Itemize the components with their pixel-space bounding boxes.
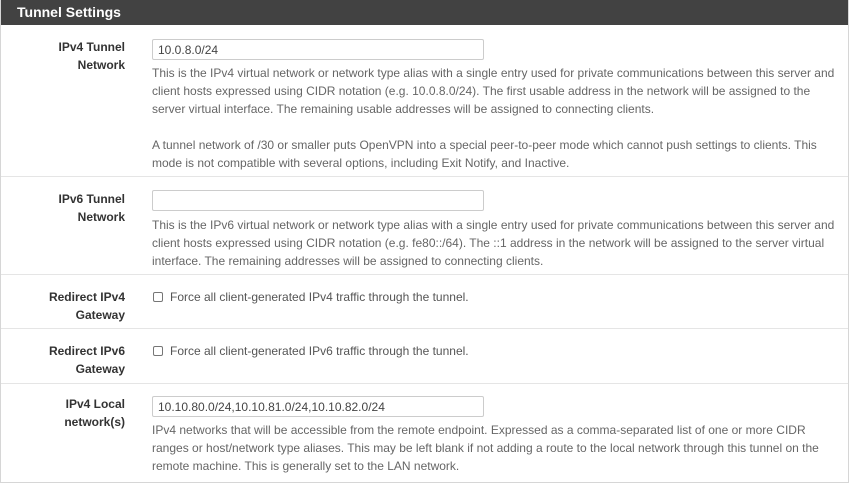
ipv4-tunnel-help-note: A tunnel network of /30 or smaller puts … — [152, 138, 817, 170]
ipv4-tunnel-label-line1: IPv4 Tunnel — [58, 40, 125, 54]
ipv6-tunnel-network-row: IPv6 Tunnel Network This is the IPv6 vir… — [1, 177, 848, 275]
redirect-ipv4-label-line2: Gateway — [75, 308, 125, 322]
ipv4-tunnel-network-row: IPv4 Tunnel Network This is the IPv4 vir… — [1, 25, 848, 177]
redirect-ipv4-gateway-content: Force all client-generated IPv4 traffic … — [152, 288, 842, 306]
panel-title: Tunnel Settings — [1, 0, 848, 25]
ipv6-tunnel-network-input[interactable] — [152, 190, 484, 211]
ipv6-tunnel-label-line2: Network — [77, 210, 125, 224]
ipv4-local-networks-content: IPv4 networks that will be accessible fr… — [152, 396, 842, 475]
tunnel-settings-panel: Tunnel Settings IPv4 Tunnel Network This… — [0, 0, 849, 483]
redirect-ipv4-gateway-row: Redirect IPv4 Gateway Force all client-g… — [1, 275, 848, 329]
redirect-ipv4-checkbox-line[interactable]: Force all client-generated IPv4 traffic … — [152, 288, 842, 306]
ipv6-tunnel-help-text: This is the IPv6 virtual network or netw… — [152, 218, 835, 268]
ipv4-local-label-line2: network(s) — [64, 415, 125, 429]
ipv6-tunnel-label-line1: IPv6 Tunnel — [58, 192, 125, 206]
ipv4-local-help-text: IPv4 networks that will be accessible fr… — [152, 423, 819, 473]
redirect-ipv6-gateway-content: Force all client-generated IPv6 traffic … — [152, 342, 842, 360]
ipv4-local-label-line1: IPv4 Local — [65, 397, 125, 411]
ipv4-tunnel-network-input[interactable] — [152, 39, 484, 60]
redirect-ipv4-label-line1: Redirect IPv4 — [48, 290, 125, 304]
redirect-ipv6-label-line2: Gateway — [75, 362, 125, 376]
redirect-ipv6-gateway-row: Redirect IPv6 Gateway Force all client-g… — [1, 329, 848, 384]
ipv4-tunnel-network-content: This is the IPv4 virtual network or netw… — [152, 39, 842, 172]
ipv4-tunnel-label-line2: Network — [77, 58, 125, 72]
redirect-ipv4-gateway-label: Redirect IPv4 Gateway — [1, 288, 125, 324]
ipv4-local-networks-input[interactable] — [152, 396, 484, 417]
redirect-ipv4-checkbox-label[interactable]: Force all client-generated IPv4 traffic … — [170, 288, 469, 306]
redirect-ipv6-checkbox[interactable] — [153, 346, 163, 356]
ipv4-tunnel-network-label: IPv4 Tunnel Network — [1, 38, 125, 74]
redirect-ipv6-label-line1: Redirect IPv6 — [48, 344, 125, 358]
redirect-ipv6-checkbox-line[interactable]: Force all client-generated IPv6 traffic … — [152, 342, 842, 360]
ipv6-tunnel-network-content: This is the IPv6 virtual network or netw… — [152, 190, 842, 270]
redirect-ipv4-checkbox[interactable] — [153, 292, 163, 302]
redirect-ipv6-checkbox-label[interactable]: Force all client-generated IPv6 traffic … — [170, 342, 469, 360]
ipv6-tunnel-network-label: IPv6 Tunnel Network — [1, 190, 125, 226]
ipv4-local-networks-label: IPv4 Local network(s) — [1, 395, 125, 431]
redirect-ipv6-gateway-label: Redirect IPv6 Gateway — [1, 342, 125, 378]
ipv4-tunnel-help-text: This is the IPv4 virtual network or netw… — [152, 66, 835, 116]
ipv4-local-networks-row: IPv4 Local network(s) IPv4 networks that… — [1, 384, 848, 483]
